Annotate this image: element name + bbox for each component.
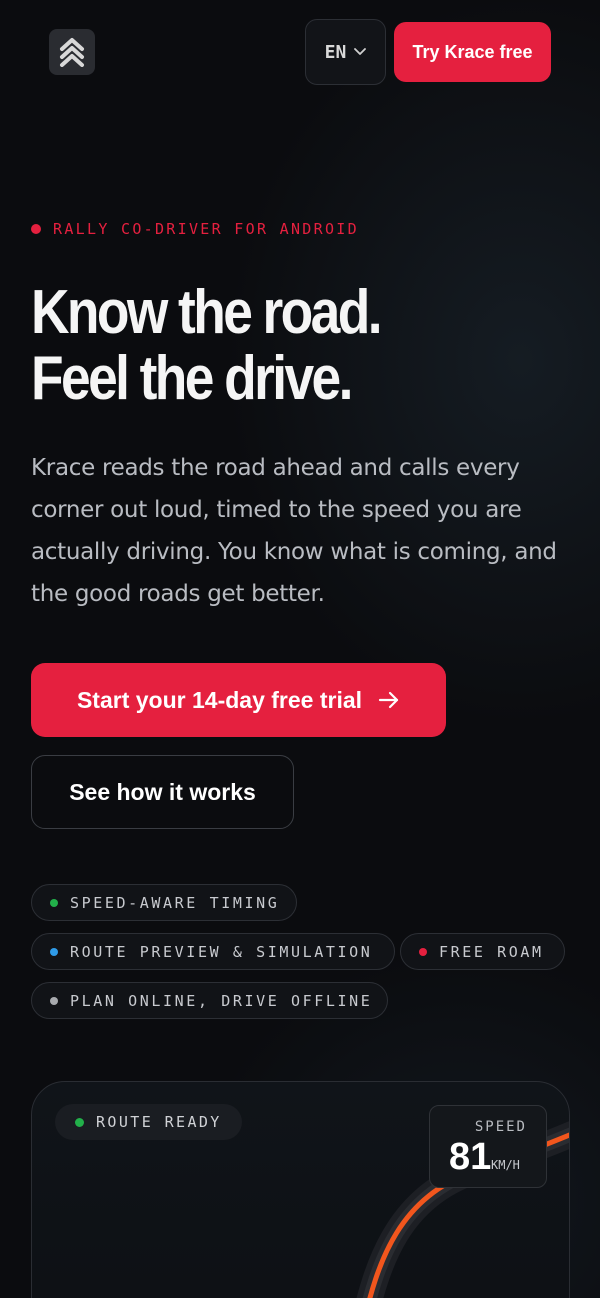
try-free-label: Try Krace free <box>412 41 533 62</box>
feature-dot <box>50 898 58 907</box>
speed-readout: SPEED 81 KM/H <box>429 1105 547 1188</box>
feature-label: PLAN ONLINE, DRIVE OFFLINE <box>70 991 373 1010</box>
feature-pill-route-preview: ROUTE PREVIEW & SIMULATION <box>31 933 395 970</box>
feature-dot <box>50 996 58 1005</box>
feature-dot <box>50 947 58 956</box>
hero-lead: Krace reads the road ahead and calls eve… <box>31 455 557 607</box>
feature-pill-free-roam: FREE ROAM <box>400 933 565 970</box>
language-label: EN <box>324 41 347 63</box>
speed-unit: KM/H <box>491 1158 520 1172</box>
landing-page: EN Try Krace free RALLY CO-DRIVER FOR AN… <box>0 0 600 1298</box>
hero-headline: Know the road. Feel the drive. <box>31 280 495 412</box>
speed-label: SPEED <box>474 1119 527 1135</box>
double-chevron-up-icon <box>60 38 84 67</box>
try-free-button[interactable]: Try Krace free <box>394 22 551 82</box>
route-status-badge: ROUTE READY <box>55 1104 242 1140</box>
feature-label: SPEED-AWARE TIMING <box>70 893 280 912</box>
eyebrow: RALLY CO-DRIVER FOR ANDROID <box>31 218 359 240</box>
feature-label: ROUTE PREVIEW & SIMULATION <box>70 942 373 961</box>
eyebrow-text: RALLY CO-DRIVER FOR ANDROID <box>53 220 359 238</box>
start-trial-label: Start your 14-day free trial <box>76 686 363 713</box>
app-preview-card: ROUTE READY SPEED 81 KM/H <box>31 1081 570 1298</box>
feature-dot <box>419 947 427 956</box>
see-how-it-works-button[interactable]: See how it works <box>31 755 294 829</box>
headline-line-2: Feel the drive. <box>31 344 353 413</box>
headline-line-1: Know the road. <box>31 278 383 347</box>
krace-logo[interactable] <box>49 29 95 75</box>
start-trial-button[interactable]: Start your 14-day free trial <box>31 663 446 737</box>
feature-pill-speed-aware: SPEED-AWARE TIMING <box>31 884 297 921</box>
see-how-label: See how it works <box>69 778 256 805</box>
language-selector[interactable]: EN <box>305 19 386 85</box>
feature-label: FREE ROAM <box>439 942 544 961</box>
feature-pill-offline: PLAN ONLINE, DRIVE OFFLINE <box>31 982 388 1019</box>
status-dot <box>75 1117 84 1127</box>
arrow-right-icon <box>378 691 399 709</box>
route-status-text: ROUTE READY <box>96 1113 222 1131</box>
speed-value: 81 <box>449 1136 492 1178</box>
eyebrow-dot <box>31 224 41 234</box>
chevron-down-icon <box>354 48 367 55</box>
